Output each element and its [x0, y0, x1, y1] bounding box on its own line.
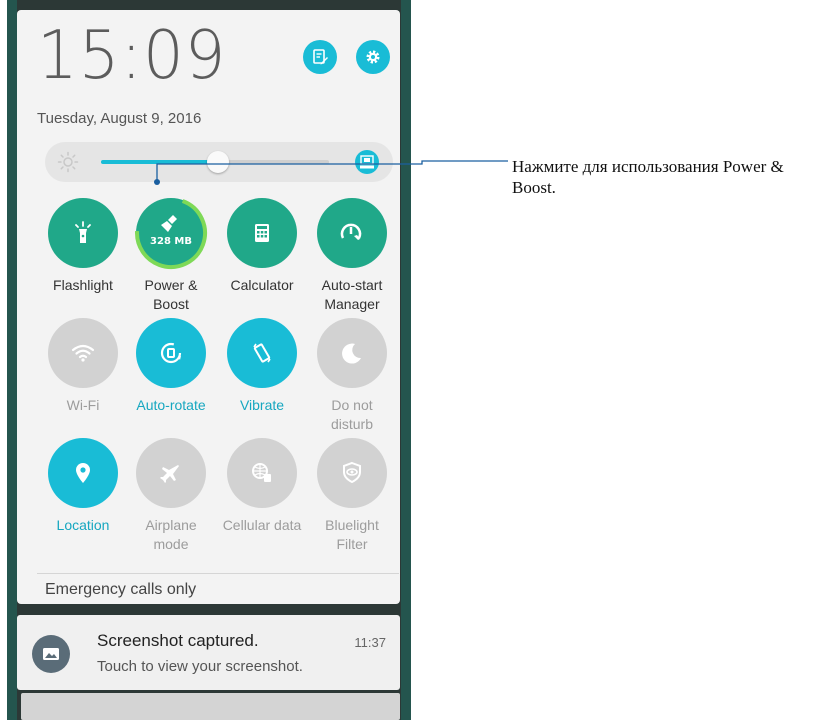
quick-settings-panel: 15:09 Tuesday, August 9, 2016 Flashlight…	[17, 10, 400, 604]
tile-button[interactable]	[317, 318, 387, 388]
settings-button[interactable]	[356, 40, 390, 74]
tile-moon[interactable]: Do not disturb	[307, 318, 397, 434]
tile-speedometer-wrench[interactable]: Auto-start Manager	[307, 198, 397, 314]
calculator-icon	[255, 224, 269, 242]
tile-calculator[interactable]: Calculator	[217, 198, 307, 295]
callout-text: Нажмите для использования Power & Boost.	[512, 157, 784, 197]
speedometer-wrench-icon	[340, 223, 362, 240]
screenshot-stage: 15:09 Tuesday, August 9, 2016 Flashlight…	[0, 0, 831, 720]
brightness-track-empty	[221, 160, 329, 164]
tile-label: Power & Boost	[144, 277, 198, 312]
tile-button[interactable]	[48, 438, 118, 508]
tile-location-pin[interactable]: Location	[38, 438, 128, 535]
tile-label: Flashlight	[53, 277, 113, 293]
tile-label: Airplane mode	[145, 517, 197, 552]
brightness-sun-icon	[57, 151, 79, 173]
memory-badge: 328 MB	[150, 236, 192, 247]
memory-usage-ring	[135, 197, 207, 269]
tile-cellular-data[interactable]: Cellular data	[217, 438, 307, 535]
airplane-icon	[160, 465, 179, 483]
network-status: Emergency calls only	[45, 581, 197, 598]
wallpaper-edge-left	[7, 0, 17, 720]
tile-label: Bluelight Filter	[325, 517, 379, 552]
tile-button[interactable]	[48, 198, 118, 268]
notification-time: 11:37	[354, 635, 386, 650]
auto-brightness-button[interactable]	[355, 150, 379, 174]
tile-button[interactable]: 328 MB	[135, 197, 207, 269]
tile-label: Location	[56, 517, 110, 533]
tile-button[interactable]	[317, 438, 387, 508]
location-pin-icon	[76, 463, 90, 483]
tile-label: Auto-rotate	[136, 397, 206, 413]
cellular-data-icon	[252, 463, 271, 482]
tile-vibrate[interactable]: Vibrate	[217, 318, 307, 415]
brightness-slider[interactable]	[45, 142, 393, 182]
moon-icon	[342, 343, 361, 364]
tile-button[interactable]	[227, 318, 297, 388]
tile-label: Do not disturb	[330, 397, 374, 432]
tile-label: Cellular data	[222, 517, 302, 533]
stacked-notification-edge	[21, 693, 400, 720]
tile-button[interactable]	[227, 198, 297, 268]
clock: 15:09	[37, 17, 227, 95]
date-label: Tuesday, August 9, 2016	[37, 110, 202, 127]
tile-label: Vibrate	[239, 397, 285, 413]
tile-rotate[interactable]: Auto-rotate	[126, 318, 216, 415]
image-icon	[43, 648, 59, 660]
wifi-icon	[71, 344, 95, 362]
vibrate-icon	[253, 343, 271, 363]
brightness-track-filled	[101, 160, 219, 164]
tile-label: Calculator	[230, 277, 294, 293]
tile-label: Auto-start Manager	[321, 277, 383, 312]
tile-button[interactable]	[317, 198, 387, 268]
flashlight-icon	[75, 221, 91, 243]
screenshot-notification[interactable]: Screenshot captured. 11:37 Touch to view…	[17, 615, 400, 690]
rotate-icon	[160, 342, 182, 364]
notification-app-icon	[32, 635, 70, 673]
eye-shield-icon	[343, 461, 361, 484]
notification-text: Touch to view your screenshot.	[97, 658, 303, 675]
notification-title: Screenshot captured.	[97, 631, 259, 650]
panel-divider	[37, 573, 399, 574]
tile-button[interactable]	[227, 438, 297, 508]
edit-tiles-button[interactable]	[303, 40, 337, 74]
wallpaper-edge-right	[401, 0, 411, 720]
tile-broom[interactable]: 328 MB Power & Boost	[126, 197, 216, 314]
gear-icon	[366, 50, 380, 64]
tile-label: Wi-Fi	[66, 397, 100, 413]
tile-eye-shield[interactable]: Bluelight Filter	[307, 438, 397, 554]
tile-wifi[interactable]: Wi-Fi	[38, 318, 128, 415]
tile-airplane[interactable]: Airplane mode	[126, 438, 216, 554]
tile-button[interactable]	[136, 318, 206, 388]
tile-button[interactable]	[48, 318, 118, 388]
brightness-thumb[interactable]	[207, 151, 229, 173]
tile-button[interactable]	[136, 438, 206, 508]
phone-screen: 15:09 Tuesday, August 9, 2016 Flashlight…	[7, 0, 411, 720]
auto-brightness-icon	[360, 155, 374, 169]
tile-flashlight[interactable]: Flashlight	[38, 198, 128, 295]
edit-icon	[313, 49, 328, 65]
